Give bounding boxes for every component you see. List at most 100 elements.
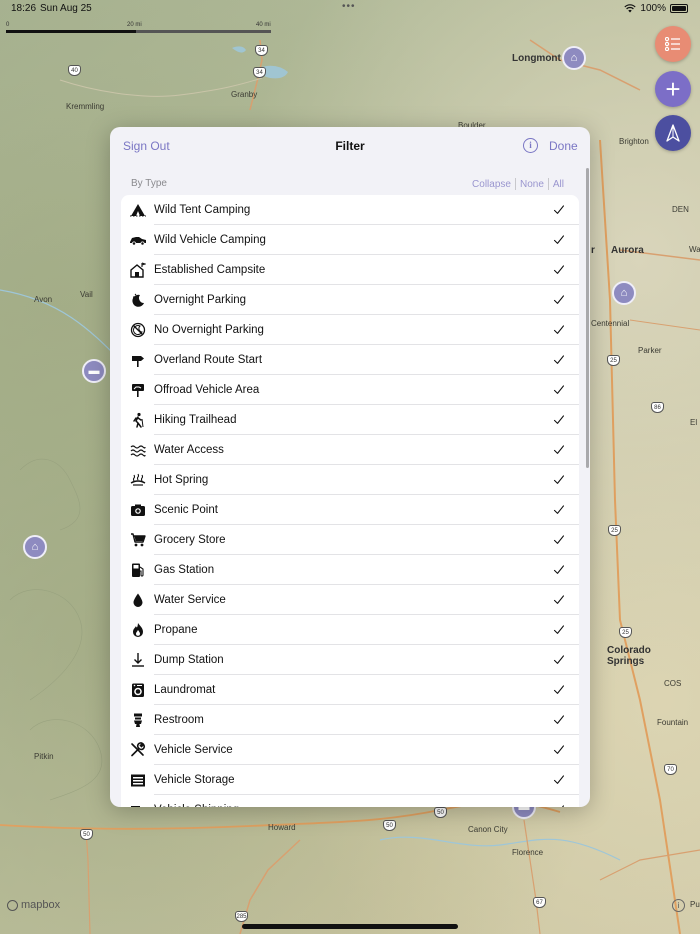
check-icon <box>551 594 567 606</box>
check-icon <box>551 624 567 636</box>
highway-shield: 285 <box>235 911 248 922</box>
battery-icon <box>670 4 688 13</box>
map-label-pitkin: Pitkin <box>34 752 54 761</box>
car-icon <box>121 232 154 248</box>
locate-button[interactable] <box>655 115 691 151</box>
filter-row-established-campsite[interactable]: Established Campsite <box>121 255 579 285</box>
multitask-dots-icon[interactable]: ••• <box>342 1 356 12</box>
filter-row-offroad-vehicle-area[interactable]: Offroad Vehicle Area <box>121 375 579 405</box>
highway-shield: 70 <box>664 764 677 775</box>
collapse-button[interactable]: Collapse <box>468 179 515 190</box>
highway-shield: 50 <box>383 820 396 831</box>
sheet-header: Sign Out Filter i Done <box>110 127 590 165</box>
add-location-button[interactable]: + <box>655 71 691 107</box>
map-pin-campsite[interactable]: ⌂ <box>23 535 47 559</box>
filter-row-no-overnight-parking[interactable]: No Overnight Parking <box>121 315 579 345</box>
highway-shield: 34 <box>255 45 268 56</box>
filter-row-label: Overnight Parking <box>154 294 247 306</box>
map-label-longmont: Longmont <box>512 53 561 64</box>
highway-shield: 34 <box>253 67 266 78</box>
filter-row-label: Gas Station <box>154 564 215 576</box>
mapbox-logo-icon <box>7 899 18 911</box>
filter-row-grocery-store[interactable]: Grocery Store <box>121 525 579 555</box>
done-button[interactable]: Done <box>549 139 578 153</box>
filter-row-wild-vehicle-camping[interactable]: Wild Vehicle Camping <box>121 225 579 255</box>
filter-row-vehicle-service[interactable]: Vehicle Service <box>121 735 579 765</box>
section-header: By Type Collapse None All <box>110 178 590 196</box>
waves-icon <box>121 442 154 458</box>
scrollbar[interactable] <box>586 168 589 468</box>
filter-row-label: Wild Tent Camping <box>154 204 251 216</box>
filter-row-label: Established Campsite <box>154 264 266 276</box>
no-parking-icon <box>121 322 154 338</box>
check-icon <box>551 504 567 516</box>
highway-shield: 25 <box>619 627 632 638</box>
check-icon <box>551 384 567 396</box>
filter-row-label: Dump Station <box>154 654 224 666</box>
moon-icon <box>121 292 154 308</box>
highway-shield: 50 <box>80 829 93 840</box>
map-label-fountain: Fountain <box>657 718 689 727</box>
filter-row-gas-station[interactable]: Gas Station <box>121 555 579 585</box>
check-icon <box>551 744 567 756</box>
filter-row-wild-tent-camping[interactable]: Wild Tent Camping <box>121 195 579 225</box>
filter-row-water-access[interactable]: Water Access <box>121 435 579 465</box>
check-icon <box>551 354 567 366</box>
map-pin-campsite[interactable]: ⌂ <box>562 46 586 70</box>
filter-row-hiking-trailhead[interactable]: Hiking Trailhead <box>121 405 579 435</box>
filter-row-label: Grocery Store <box>154 534 226 546</box>
sheet-title: Filter <box>335 139 365 153</box>
check-icon <box>551 564 567 576</box>
filter-row-label: No Overnight Parking <box>154 324 264 336</box>
map-pin-campsite[interactable]: ⌂ <box>612 281 636 305</box>
shipping-icon <box>121 802 154 807</box>
hiker-icon <box>121 412 154 428</box>
plus-icon: + <box>665 74 681 104</box>
filter-row-propane[interactable]: Propane <box>121 615 579 645</box>
filter-row-label: Restroom <box>154 714 204 726</box>
filter-row-label: Hot Spring <box>154 474 209 486</box>
check-icon <box>551 234 567 246</box>
filter-row-overnight-parking[interactable]: Overnight Parking <box>121 285 579 315</box>
flame-icon <box>121 622 154 638</box>
filter-row-vehicle-shipping[interactable]: Vehicle Shipping <box>121 795 579 807</box>
filter-row-label: Hiking Trailhead <box>154 414 237 426</box>
info-icon[interactable]: i <box>523 138 538 153</box>
filter-list-icon <box>665 37 680 51</box>
status-time: 18:26 <box>11 3 37 14</box>
filter-row-vehicle-storage[interactable]: Vehicle Storage <box>121 765 579 795</box>
hot-spring-icon <box>121 472 154 488</box>
select-none-button[interactable]: None <box>516 179 548 190</box>
camera-icon <box>121 502 154 518</box>
home-indicator[interactable] <box>242 924 458 929</box>
filter-row-scenic-point[interactable]: Scenic Point <box>121 495 579 525</box>
sign-out-button[interactable]: Sign Out <box>123 139 170 153</box>
mapbox-logo[interactable]: mapbox <box>7 899 60 911</box>
filter-row-label: Propane <box>154 624 198 636</box>
filter-row-overland-route-start[interactable]: Overland Route Start <box>121 345 579 375</box>
check-icon <box>551 684 567 696</box>
filter-row-label: Vehicle Storage <box>154 774 235 786</box>
check-icon <box>551 444 567 456</box>
attribution-info-icon[interactable]: i <box>672 899 685 912</box>
map-label-den: DEN <box>672 205 689 214</box>
filter-row-hot-spring[interactable]: Hot Spring <box>121 465 579 495</box>
scale-end: 40 mi <box>256 22 271 28</box>
filter-row-dump-station[interactable]: Dump Station <box>121 645 579 675</box>
scale-mid: 20 mi <box>127 22 142 28</box>
filter-button[interactable] <box>655 26 691 62</box>
filter-row-label: Offroad Vehicle Area <box>154 384 260 396</box>
filter-row-laundromat[interactable]: Laundromat <box>121 675 579 705</box>
map-label-brighton: Brighton <box>619 137 649 146</box>
filter-row-water-service[interactable]: Water Service <box>121 585 579 615</box>
map-label-centennial: Centennial <box>591 319 630 328</box>
map-scale-bar: 0 20 mi 40 mi <box>6 22 271 34</box>
filter-row-restroom[interactable]: Restroom <box>121 705 579 735</box>
check-icon <box>551 414 567 426</box>
dump-icon <box>121 652 154 668</box>
check-icon <box>551 204 567 216</box>
select-all-button[interactable]: All <box>549 179 568 190</box>
map-pin-vehicle[interactable]: ▬ <box>82 359 106 383</box>
tent-icon <box>121 202 154 218</box>
droplet-icon <box>121 592 154 608</box>
